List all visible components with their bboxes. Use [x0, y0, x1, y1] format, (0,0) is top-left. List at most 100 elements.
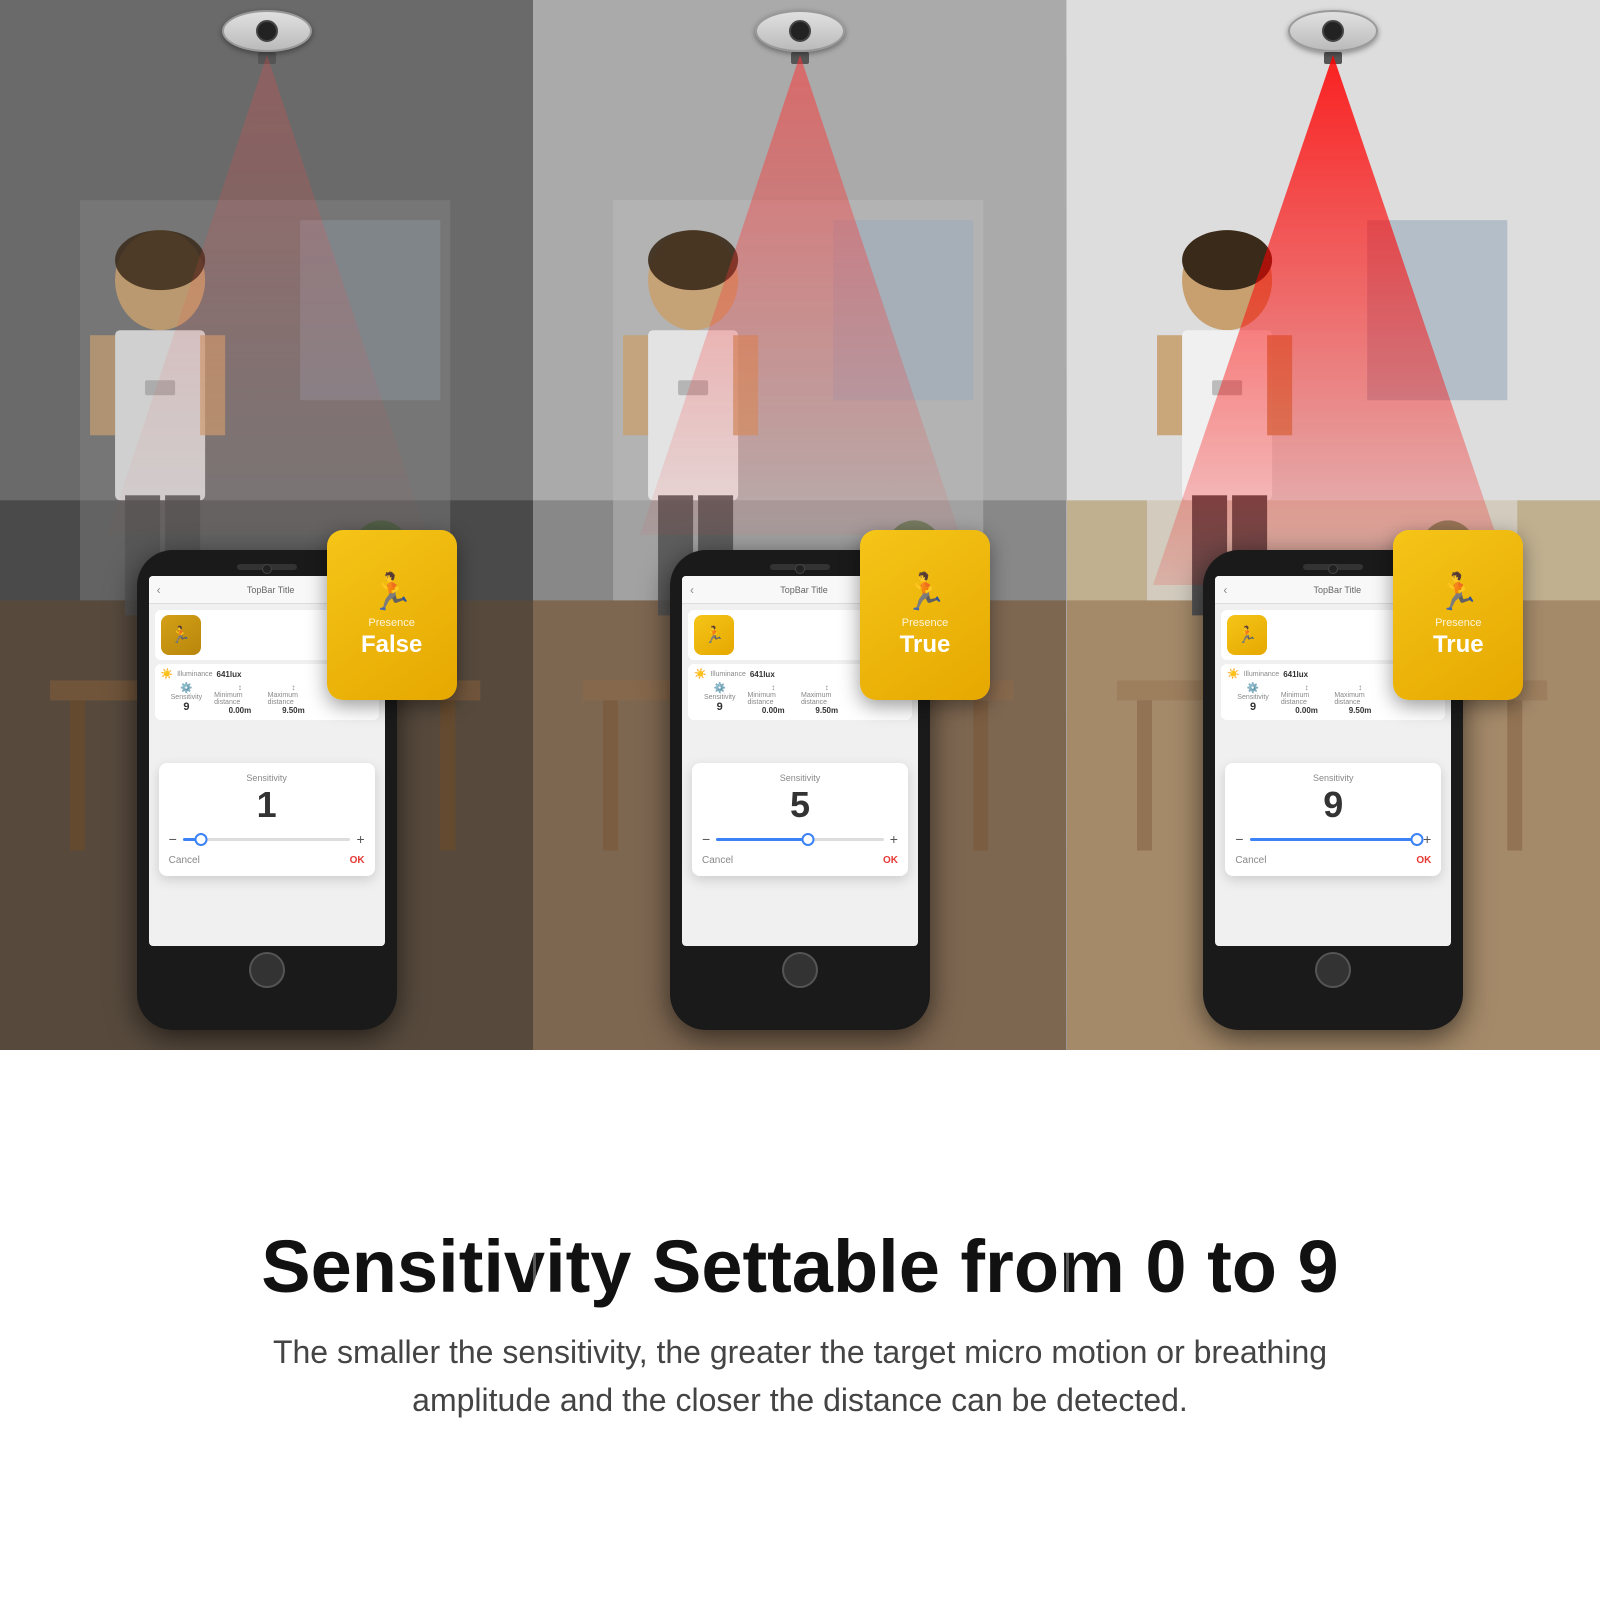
back-icon-3: ‹ [1223, 583, 1227, 597]
phone-camera-1 [262, 564, 272, 574]
presence-card-value-3: True [1433, 631, 1484, 659]
min-dist-val-1: 0.00m [229, 706, 252, 715]
max-dist-label-2: Maximum distance [801, 692, 853, 706]
illuminance-label-3: Illuminance [1244, 671, 1279, 678]
presence-card-2: 🏃 Presence True [860, 530, 990, 700]
slider-minus-3[interactable]: − [1235, 831, 1243, 847]
min-dist-cell-3: ↕ Minimum distance 0.00m [1281, 683, 1333, 715]
slider-plus-3[interactable]: + [1423, 831, 1431, 847]
max-dist-cell-3: ↕ Maximum distance 9.50m [1334, 683, 1386, 715]
slider-thumb-2 [802, 833, 815, 846]
panel-2: ‹ TopBar Title 🏃 Presence True [533, 0, 1066, 1050]
slider-row-2: − + [702, 831, 898, 847]
sensitivity-cell-1: ⚙️ Sensitivity 9 [161, 683, 213, 715]
max-dist-label-3: Maximum distance [1334, 692, 1386, 706]
sensor-body-1 [222, 10, 312, 52]
slider-minus-1[interactable]: − [169, 831, 177, 847]
max-dist-label-1: Maximum distance [268, 692, 320, 706]
max-dist-icon-3: ↕ [1358, 683, 1362, 692]
slider-thumb-3 [1411, 833, 1424, 846]
max-dist-icon-2: ↕ [825, 683, 829, 692]
ok-button-3[interactable]: OK [1416, 855, 1431, 866]
phone-1: ‹ TopBar Title 🏃 Presence [127, 550, 407, 1050]
popup-title-1: Sensitivity [169, 773, 365, 783]
sensor-lens-2 [789, 20, 811, 42]
phone-camera-2 [795, 564, 805, 574]
slider-minus-2[interactable]: − [702, 831, 710, 847]
popup-actions-3: Cancel OK [1235, 855, 1431, 866]
illuminance-value-1: 641lux [217, 670, 242, 679]
popup-value-1: 1 [169, 787, 365, 823]
illuminance-label-2: Illuminance [710, 671, 745, 678]
popup-actions-1: Cancel OK [169, 855, 365, 866]
phone-2: ‹ TopBar Title 🏃 Presence True [660, 550, 940, 1050]
sensitivity-cell-2: ⚙️ Sensitivity 9 [694, 683, 746, 715]
cancel-button-3[interactable]: Cancel [1235, 855, 1266, 866]
min-dist-cell-2: ↕ Minimum distance 0.00m [747, 683, 799, 715]
slider-plus-2[interactable]: + [890, 831, 898, 847]
presence-card-label-2: Presence [902, 617, 948, 629]
min-dist-val-2: 0.00m [762, 706, 785, 715]
max-dist-val-1: 9.50m [282, 706, 305, 715]
presence-card-value-2: True [900, 631, 951, 659]
popup-title-3: Sensitivity [1235, 773, 1431, 783]
sensitivity-popup-2: Sensitivity 5 − + Can [692, 763, 908, 876]
main-title: Sensitivity Settable from 0 to 9 [261, 1226, 1338, 1307]
min-dist-label-2: Minimum distance [747, 692, 799, 706]
cone-2 [600, 55, 1000, 555]
back-icon-2: ‹ [690, 583, 694, 597]
slider-track-3[interactable] [1250, 838, 1418, 841]
phone-home-2[interactable] [782, 952, 818, 988]
min-dist-cell-1: ↕ Minimum distance 0.00m [214, 683, 266, 715]
panel-1: ‹ TopBar Title 🏃 Presence [0, 0, 533, 1050]
presence-card-label-1: Presence [368, 617, 414, 629]
presence-card-icon-3: 🏃 [1436, 571, 1481, 613]
max-dist-icon-1: ↕ [291, 683, 295, 692]
slider-plus-1[interactable]: + [356, 831, 364, 847]
popup-title-2: Sensitivity [702, 773, 898, 783]
cone-3 [1123, 55, 1543, 605]
phone-home-3[interactable] [1315, 952, 1351, 988]
slider-track-1[interactable] [183, 838, 351, 841]
sensitivity-popup-1: Sensitivity 1 − + Can [159, 763, 375, 876]
illuminance-label-1: Illuminance [177, 671, 212, 678]
cancel-button-1[interactable]: Cancel [169, 855, 200, 866]
sens-label-1: Sensitivity [171, 694, 203, 701]
sens-label-2: Sensitivity [704, 694, 736, 701]
sensor-lens-1 [256, 20, 278, 42]
slider-row-1: − + [169, 831, 365, 847]
sensitivity-cell-3: ⚙️ Sensitivity 9 [1227, 683, 1279, 715]
main-container: ‹ TopBar Title 🏃 Presence [0, 0, 1600, 1600]
slider-track-2[interactable] [716, 838, 884, 841]
popup-actions-2: Cancel OK [702, 855, 898, 866]
presence-card-icon-2: 🏃 [903, 571, 948, 613]
phone-home-1[interactable] [249, 952, 285, 988]
cancel-button-2[interactable]: Cancel [702, 855, 733, 866]
slider-row-3: − + [1235, 831, 1431, 847]
presence-card-value-1: False [361, 631, 422, 659]
min-dist-icon-2: ↕ [771, 683, 775, 692]
illuminance-value-2: 641lux [750, 670, 775, 679]
illuminance-value-3: 641lux [1283, 670, 1308, 679]
sensitivity-popup-3: Sensitivity 9 − + Can [1225, 763, 1441, 876]
sub-text: The smaller the sensitivity, the greater… [273, 1328, 1327, 1424]
min-dist-label-3: Minimum distance [1281, 692, 1333, 706]
presence-card-icon-1: 🏃 [369, 571, 414, 613]
sensor-body-3 [1288, 10, 1378, 52]
presence-icon-3: 🏃 [1227, 615, 1267, 655]
back-icon-1: ‹ [157, 583, 161, 597]
sens-val-2: 9 [717, 701, 723, 713]
max-dist-val-2: 9.50m [815, 706, 838, 715]
min-dist-label-1: Minimum distance [214, 692, 266, 706]
popup-value-3: 9 [1235, 787, 1431, 823]
slider-fill-3 [1250, 838, 1418, 841]
phone-3: ‹ TopBar Title 🏃 Presence True [1193, 550, 1473, 1050]
phone-camera-3 [1328, 564, 1338, 574]
ok-button-1[interactable]: OK [350, 855, 365, 866]
min-dist-icon-3: ↕ [1305, 683, 1309, 692]
sens-label-3: Sensitivity [1237, 694, 1269, 701]
ok-button-2[interactable]: OK [883, 855, 898, 866]
presence-card-label-3: Presence [1435, 617, 1481, 629]
sens-val-3: 9 [1250, 701, 1256, 713]
presence-card-3: 🏃 Presence True [1393, 530, 1523, 700]
